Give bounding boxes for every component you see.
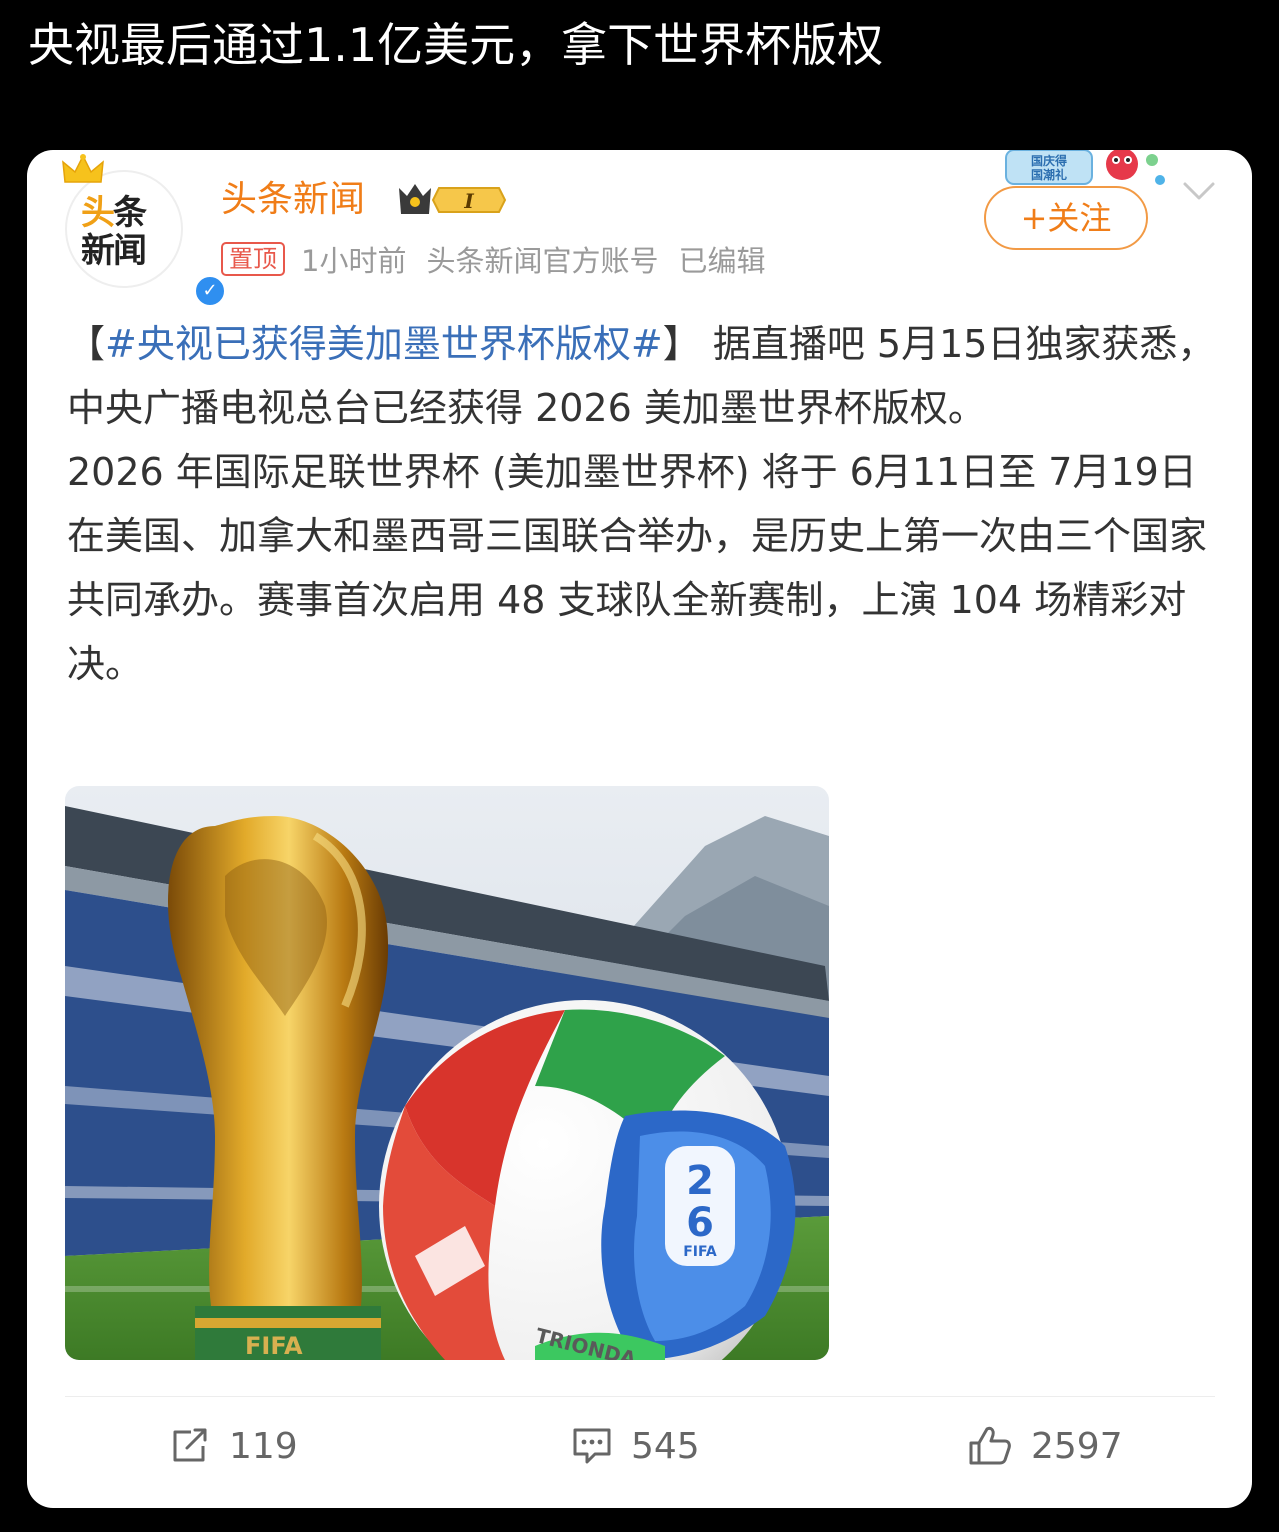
avatar[interactable]: 头条 新闻 ✓ (62, 154, 227, 308)
bracket-open: 【 (67, 322, 106, 366)
share-button[interactable]: 119 (169, 1418, 298, 1474)
svg-text:6: 6 (686, 1200, 714, 1246)
level-badge-text: I (463, 189, 474, 213)
caption-text: 央视最后通过1.1亿美元，拿下世界杯版权 (28, 18, 884, 72)
follow-button[interactable]: +关注 (984, 186, 1148, 250)
post-source: 头条新闻官方账号 (426, 244, 659, 278)
ball-brand-text: FIFA (683, 1244, 717, 1260)
share-icon (173, 1428, 207, 1462)
svg-text:2: 2 (686, 1158, 714, 1204)
comment-button[interactable]: 545 (571, 1418, 700, 1474)
level-badge-icon: I (399, 184, 507, 214)
post-time: 1小时前 (301, 244, 407, 278)
weibo-post-card: 头条 新闻 ✓ 头条新闻 I 置顶 1小时前 头条新闻官方账号 已编辑 国庆得 … (27, 150, 1252, 1508)
like-count: 2597 (1031, 1425, 1123, 1467)
hashtag-link[interactable]: #央视已获得美加墨世界杯版权# (105, 322, 663, 366)
pinned-tag: 置顶 (221, 242, 285, 276)
comment-count: 545 (631, 1425, 700, 1467)
like-button[interactable]: 2597 (967, 1418, 1123, 1474)
divider (65, 1396, 1215, 1397)
edited-label: 已编辑 (678, 244, 766, 278)
svg-text:国潮礼: 国潮礼 (1031, 167, 1067, 182)
post-meta: 置顶 1小时前 头条新闻官方账号 已编辑 (221, 238, 785, 280)
post-paragraph-2: 2026 年国际足联世界杯 (美加墨世界杯) 将于 6月11日至 7月19日在美… (67, 450, 1208, 686)
share-count: 119 (229, 1425, 298, 1467)
post-paragraph-1: 【#央视已获得美加墨世界杯版权#】 据直播吧 5月15日独家获悉，中央广播电视总… (67, 312, 1217, 440)
post-body: 【#央视已获得美加墨世界杯版权#】 据直播吧 5月15日独家获悉，中央广播电视总… (67, 312, 1217, 696)
avatar-logo-text: 头条 新闻 (81, 193, 147, 271)
comment-icon (573, 1428, 611, 1464)
trophy-base-text: FIFA (245, 1332, 303, 1360)
crown-icon (62, 154, 104, 183)
screenshot-page: 央视最后通过1.1亿美元，拿下世界杯版权 头条 新闻 ✓ 头条新闻 I 置顶 1… (0, 0, 1279, 1532)
author-name[interactable]: 头条新闻 (221, 176, 365, 224)
svg-text:国庆得: 国庆得 (1031, 153, 1067, 168)
thumbs-up-icon (969, 1426, 1011, 1465)
bracket-close: 】 (662, 322, 701, 366)
post-image[interactable]: FIFA 2 6 FIFA TRIONDA (65, 786, 829, 1360)
chevron-down-icon[interactable] (1181, 176, 1217, 206)
